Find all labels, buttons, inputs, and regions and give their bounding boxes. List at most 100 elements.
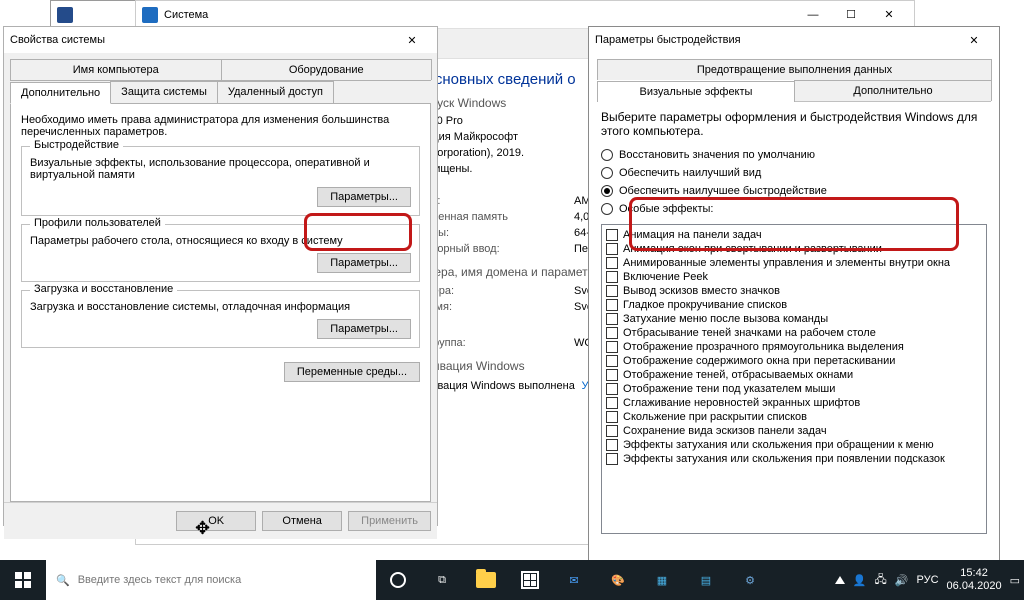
startup-recovery-group: Загрузка и восстановление Загрузка и вос…	[21, 290, 420, 348]
checkbox-icon	[606, 425, 618, 437]
effect-checkbox[interactable]: Отбрасывание теней значками на рабочем с…	[604, 326, 984, 340]
effect-checkbox[interactable]: Анимированные элементы управления и элем…	[604, 256, 984, 270]
effect-checkbox[interactable]: Эффекты затухания или скольжения при поя…	[604, 452, 984, 466]
ok-button[interactable]: OK	[176, 511, 256, 531]
cortana-button[interactable]	[376, 560, 420, 600]
effect-label: Эффекты затухания или скольжения при поя…	[623, 453, 945, 465]
taskbar-store[interactable]	[508, 560, 552, 600]
effect-label: Скольжение при раскрытии списков	[623, 411, 807, 423]
checkbox-icon	[606, 229, 618, 241]
effect-label: Сохранение вида эскизов панели задач	[623, 425, 827, 437]
effect-label: Сглаживание неровностей экранных шрифтов	[623, 397, 860, 409]
performance-group: Быстродействие Визуальные эффекты, испол…	[21, 146, 420, 216]
checkbox-icon	[606, 439, 618, 451]
effect-checkbox[interactable]: Анимация на панели задач	[604, 228, 984, 242]
close-button[interactable]: ✕	[955, 27, 993, 53]
effect-checkbox[interactable]: Отображение теней, отбрасываемых окнами	[604, 368, 984, 382]
effect-checkbox[interactable]: Отображение содержимого окна при перетас…	[604, 354, 984, 368]
profiles-settings-button[interactable]: Параметры...	[317, 253, 411, 273]
performance-options-dialog: Параметры быстродействия ✕ Предотвращени…	[588, 26, 1000, 571]
effects-checklist[interactable]: Анимация на панели задачАнимация окон пр…	[601, 224, 987, 534]
tab-system-protection[interactable]: Защита системы	[110, 81, 218, 103]
tab-advanced[interactable]: Дополнительно	[794, 80, 992, 101]
titlebar[interactable]: Параметры быстродействия ✕	[589, 27, 999, 53]
effect-label: Затухание меню после вызова команды	[623, 313, 828, 325]
task-view-button[interactable]: ⧉	[420, 560, 464, 600]
tray-overflow-icon[interactable]	[835, 576, 845, 584]
system-properties-dialog: Свойства системы ✕ Имя компьютера Оборуд…	[3, 26, 438, 526]
effect-checkbox[interactable]: Затухание меню после вызова команды	[604, 312, 984, 326]
tab-visual-effects[interactable]: Визуальные эффекты	[597, 81, 795, 102]
tray-volume-icon[interactable]: 🔊	[895, 574, 909, 587]
checkbox-icon	[606, 397, 618, 409]
effect-checkbox[interactable]: Вывод эскизов вместо значков	[604, 284, 984, 298]
taskbar-paint[interactable]: 🎨	[596, 560, 640, 600]
tray-language[interactable]: РУС	[917, 574, 939, 586]
effect-checkbox[interactable]: Гладкое прокручивание списков	[604, 298, 984, 312]
radio-best-appearance[interactable]: Обеспечить наилучший вид	[601, 164, 987, 182]
radio-custom[interactable]: Особые эффекты:	[601, 200, 987, 218]
effect-label: Анимация окон при свертывании и разверты…	[623, 243, 882, 255]
tab-dep[interactable]: Предотвращение выполнения данных	[597, 59, 992, 80]
radio-best-performance[interactable]: Обеспечить наилучшее быстродействие	[601, 182, 987, 200]
effect-checkbox[interactable]: Включение Peek	[604, 270, 984, 284]
startup-settings-button[interactable]: Параметры...	[317, 319, 411, 339]
effect-label: Вывод эскизов вместо значков	[623, 285, 780, 297]
checkbox-icon	[606, 257, 618, 269]
effect-label: Гладкое прокручивание списков	[623, 299, 787, 311]
effect-checkbox[interactable]: Сглаживание неровностей экранных шрифтов	[604, 396, 984, 410]
checkbox-icon	[606, 243, 618, 255]
effect-checkbox[interactable]: Отображение прозрачного прямоугольника в…	[604, 340, 984, 354]
control-panel-icon	[142, 7, 158, 23]
effect-checkbox[interactable]: Сохранение вида эскизов панели задач	[604, 424, 984, 438]
effect-checkbox[interactable]: Скольжение при раскрытии списков	[604, 410, 984, 424]
dialog-title: Параметры быстродействия	[595, 34, 741, 46]
close-button[interactable]: ✕	[870, 2, 908, 28]
taskbar-app-1[interactable]: ▦	[640, 560, 684, 600]
tray-clock[interactable]: 15:42 06.04.2020	[947, 567, 1002, 592]
taskbar-mail[interactable]: ✉	[552, 560, 596, 600]
effect-label: Отображение прозрачного прямоугольника в…	[623, 341, 904, 353]
taskbar-app-3[interactable]: ⚙	[728, 560, 772, 600]
search-input[interactable]: 🔍 Введите здесь текст для поиска	[46, 560, 376, 600]
effect-label: Отображение содержимого окна при перетас…	[623, 355, 895, 367]
checkbox-icon	[606, 313, 618, 325]
tray-network-icon[interactable]: 🖧	[875, 571, 887, 590]
start-button[interactable]	[0, 560, 46, 600]
tab-advanced[interactable]: Дополнительно	[10, 82, 111, 104]
apply-button[interactable]: Применить	[348, 511, 431, 531]
checkbox-icon	[606, 271, 618, 283]
search-icon: 🔍	[56, 574, 70, 587]
maximize-button[interactable]: ☐	[832, 2, 870, 28]
minimize-button[interactable]: —	[794, 2, 832, 28]
tray-people-icon[interactable]: 👤	[853, 574, 867, 587]
checkbox-icon	[606, 369, 618, 381]
cancel-button[interactable]: Отмена	[262, 511, 342, 531]
checkbox-icon	[606, 453, 618, 465]
taskbar-explorer[interactable]	[464, 560, 508, 600]
close-button[interactable]: ✕	[393, 27, 431, 53]
intro-text: Выберите параметры оформления и быстроде…	[601, 110, 987, 138]
virtualbox-icon	[57, 7, 73, 23]
titlebar[interactable]: Свойства системы ✕	[4, 27, 437, 53]
window-title: Система	[164, 9, 208, 21]
effect-checkbox[interactable]: Отображение тени под указателем мыши	[604, 382, 984, 396]
titlebar[interactable]: Система — ☐ ✕	[136, 1, 914, 29]
tray-notifications-icon[interactable]: ▭	[1010, 574, 1020, 587]
effect-label: Отображение тени под указателем мыши	[623, 383, 835, 395]
radio-restore-defaults[interactable]: Восстановить значения по умолчанию	[601, 146, 987, 164]
checkbox-icon	[606, 383, 618, 395]
performance-settings-button[interactable]: Параметры...	[317, 187, 411, 207]
tab-computer-name[interactable]: Имя компьютера	[10, 59, 222, 80]
effect-checkbox[interactable]: Анимация окон при свертывании и разверты…	[604, 242, 984, 256]
environment-variables-button[interactable]: Переменные среды...	[284, 362, 420, 382]
tab-hardware[interactable]: Оборудование	[221, 59, 433, 80]
effect-label: Эффекты затухания или скольжения при обр…	[623, 439, 934, 451]
effect-checkbox[interactable]: Эффекты затухания или скольжения при обр…	[604, 438, 984, 452]
taskbar-app-2[interactable]: ▤	[684, 560, 728, 600]
tab-remote[interactable]: Удаленный доступ	[217, 81, 334, 103]
checkbox-icon	[606, 299, 618, 311]
virtualbox-manager-window	[50, 0, 140, 28]
dialog-title: Свойства системы	[10, 34, 105, 46]
effect-label: Отображение теней, отбрасываемых окнами	[623, 369, 853, 381]
